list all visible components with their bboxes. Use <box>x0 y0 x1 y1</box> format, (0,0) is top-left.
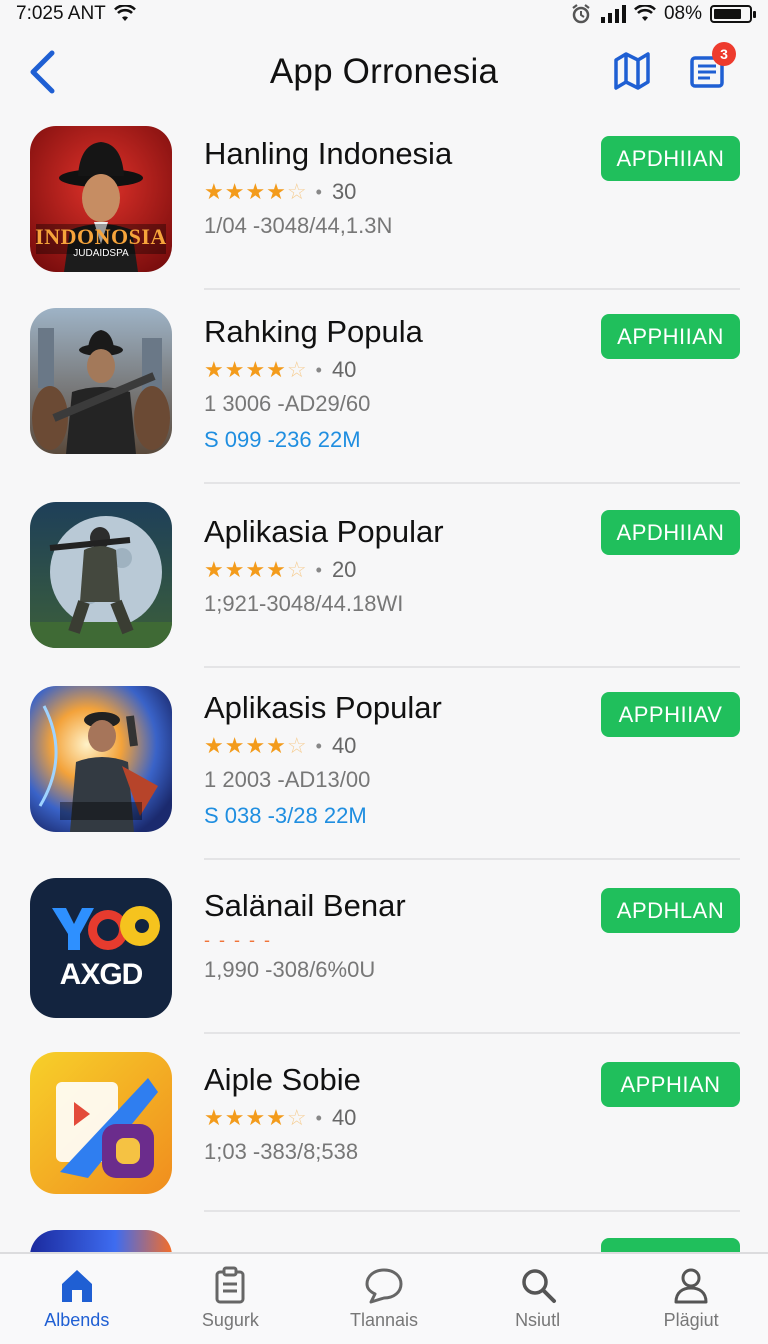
colorful-o-logo-icon[interactable] <box>30 1052 172 1194</box>
tab-plagiut[interactable]: Plägiut <box>614 1254 768 1344</box>
tab-nsiutl[interactable]: Nsiutl <box>461 1254 615 1344</box>
app-name: Hanling Indonesia <box>204 136 453 171</box>
tab-label: Nsiutl <box>515 1310 561 1330</box>
app-list: INDONOSIA JUDAIDSPA Hanling Indonesia ★★… <box>0 110 768 1290</box>
rating-line: ★★★★☆ • 40 <box>204 1105 357 1130</box>
rating-line: ★★★★☆ • 40 <box>204 733 357 758</box>
app-row[interactable]: Aplikasia Popular ★★★★☆ • 20 1;921-3048/… <box>0 484 768 668</box>
rating-line: ★★★★☆ • 20 <box>204 557 357 582</box>
app-name: Salänail Benar <box>204 888 406 923</box>
navigation-header: App Orronesia 3 <box>0 36 768 108</box>
tab-albends[interactable]: Albends <box>0 1254 154 1344</box>
app-row[interactable]: INDONOSIA JUDAIDSPA Hanling Indonesia ★★… <box>0 110 768 290</box>
rating-count: 40 <box>331 733 357 758</box>
rating-stars-icon: ★★★★☆ <box>204 557 308 582</box>
get-button[interactable]: APDHIIAN <box>601 136 740 181</box>
map-button[interactable] <box>610 48 654 92</box>
home-icon <box>61 1270 92 1302</box>
alarm-icon <box>572 4 590 24</box>
icon-subtitle-text: JUDAIDSPA <box>73 248 129 259</box>
notification-badge: 3 <box>712 42 736 66</box>
search-icon <box>521 1269 556 1303</box>
get-button[interactable]: APDHLAN <box>601 888 740 933</box>
app-row[interactable]: Aiple Sobie ★★★★☆ • 40 1;03 -383/8;538 A… <box>0 1034 768 1212</box>
icon-logo-text: AXGD <box>59 958 144 991</box>
rating-stars-icon: ★★★★☆ <box>204 733 308 758</box>
app-price: S 099 -236 22M <box>204 427 361 452</box>
rating-count: 30 <box>331 179 357 204</box>
tab-label: Plägiut <box>663 1310 719 1330</box>
icon-title-text: INDONOSIA <box>35 224 167 249</box>
app-name: Rahking Popula <box>204 314 423 349</box>
rating-stars-icon: ★★★★☆ <box>204 357 308 382</box>
tab-sugurk[interactable]: Sugurk <box>154 1254 308 1344</box>
rating-stars-icon: ★★★★☆ <box>204 1105 308 1130</box>
app-name: Aplikasis Popular <box>204 690 442 725</box>
tab-label: Sugurk <box>201 1310 259 1330</box>
map-icon <box>614 52 650 90</box>
app-row[interactable]: Aplikasis Popular ★★★★☆ • 40 1 2003 -AD1… <box>0 668 768 860</box>
news-button[interactable]: 3 <box>686 42 736 92</box>
soldier-moon-icon[interactable] <box>30 502 172 648</box>
signal-icon <box>600 5 626 23</box>
wifi-icon-right <box>634 5 656 21</box>
soldier-rifle-icon[interactable] <box>30 308 172 454</box>
clipboard-icon <box>215 1266 245 1304</box>
tab-label: Tlannais <box>349 1310 418 1330</box>
tab-label: Albends <box>44 1310 110 1330</box>
indonesia-hat-man-icon[interactable]: INDONOSIA JUDAIDSPA <box>30 126 172 272</box>
tab-bar: Albends Sugurk Tlannais Nsiutl Plägiut <box>0 1252 768 1344</box>
battery-percent: 08% <box>663 3 702 24</box>
rating-stars-icon: ★★★★☆ <box>204 179 308 204</box>
rating-count: 40 <box>331 1105 357 1130</box>
app-meta: 1;921-3048/44.18WI <box>204 591 404 616</box>
rating-line: ★★★★☆ • 30 <box>204 179 357 204</box>
back-button[interactable] <box>22 48 62 96</box>
get-button[interactable]: APDHIIAN <box>601 510 740 555</box>
app-meta: 1 3006 -AD29/60 <box>204 391 371 416</box>
get-button[interactable]: APPHIIAN <box>601 314 740 359</box>
battery-icon <box>710 5 756 23</box>
yo-axgd-logo-icon[interactable]: AXGD <box>30 878 172 1018</box>
chevron-left-icon <box>30 50 55 94</box>
app-meta: 1 2003 -AD13/00 <box>204 767 371 792</box>
profile-icon <box>674 1268 708 1304</box>
wifi-icon <box>113 5 136 21</box>
rating-count: 20 <box>331 557 357 582</box>
tab-tlannais[interactable]: Tlannais <box>307 1254 461 1344</box>
chat-bubble-icon <box>365 1268 403 1304</box>
app-meta: 1;03 -383/8;538 <box>204 1139 359 1164</box>
rating-count: 40 <box>331 357 357 382</box>
get-button[interactable]: APPHIIAV <box>601 692 740 737</box>
app-name: Aplikasia Popular <box>204 514 444 549</box>
app-row[interactable]: AXGD Salänail Benar - - - - - 1,990 -308… <box>0 860 768 1034</box>
app-name: Aiple Sobie <box>204 1062 361 1097</box>
app-meta: 1/04 -3048/44,1.3N <box>204 213 393 238</box>
get-button[interactable]: APPHIAN <box>601 1062 740 1107</box>
rating-line: ★★★★☆ • 40 <box>204 357 357 382</box>
app-meta: 1,990 -308/6%0U <box>204 957 376 982</box>
rating-placeholder: - - - - - <box>204 930 272 950</box>
app-row[interactable]: Rahking Popula ★★★★☆ • 40 1 3006 -AD29/6… <box>0 290 768 484</box>
hero-explosion-icon[interactable] <box>30 686 172 832</box>
app-price: S 038 -3/28 22M <box>204 803 367 828</box>
status-time: 7:025 ANT <box>16 3 106 24</box>
status-bar: 7:025 ANT 08% <box>0 0 768 28</box>
